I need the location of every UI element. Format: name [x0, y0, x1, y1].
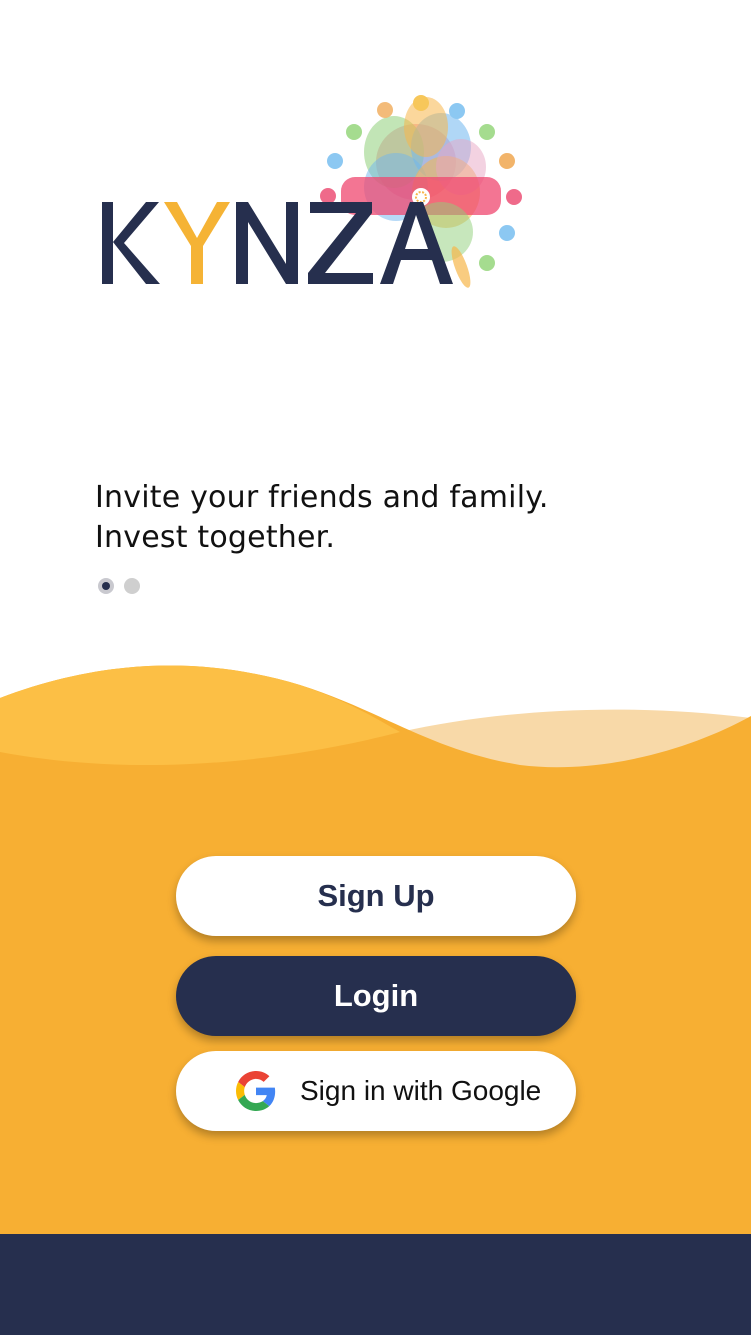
- kynza-burst-icon: [320, 95, 522, 288]
- google-sign-in-button[interactable]: Sign in with Google: [176, 1051, 576, 1131]
- wave-background: [0, 665, 751, 1240]
- page-indicator: [98, 578, 140, 594]
- google-g-icon: [236, 1071, 276, 1111]
- bottom-bar: [0, 1234, 751, 1335]
- google-sign-in-label: Sign in with Google: [300, 1075, 542, 1106]
- page-dot-1[interactable]: [98, 578, 114, 594]
- sign-up-label: Sign Up: [317, 878, 435, 913]
- welcome-screen: Invite your friends and family. Invest t…: [0, 0, 751, 1335]
- login-button[interactable]: Login: [176, 956, 576, 1036]
- kynza-logo: [96, 92, 536, 302]
- tagline-line-1: Invite your friends and family.: [95, 480, 549, 515]
- login-label: Login: [333, 978, 419, 1013]
- sign-up-button[interactable]: Sign Up: [176, 856, 576, 936]
- onboarding-tagline: Invite your friends and family. Invest t…: [95, 478, 695, 558]
- page-dot-2[interactable]: [124, 578, 140, 594]
- tagline-line-2: Invest together.: [95, 520, 336, 555]
